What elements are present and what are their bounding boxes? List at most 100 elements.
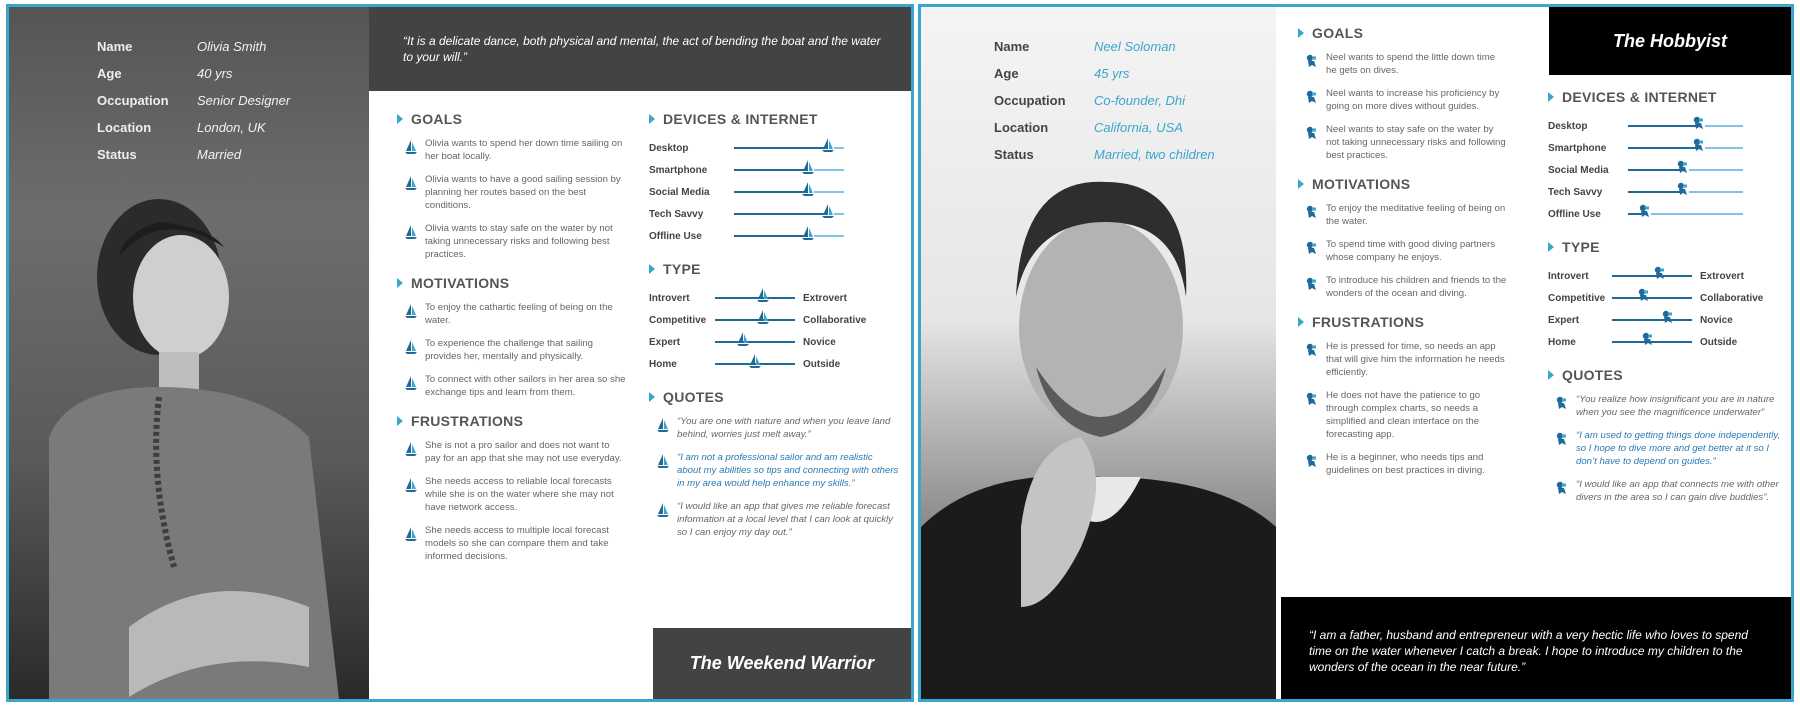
frustrations-section: FRUSTRATIONS She is not a pro sailor and … (397, 413, 627, 563)
device-meter-label: Smartphone (1548, 142, 1607, 154)
sailboat-icon (820, 203, 836, 224)
info-row: Location London, UK (97, 114, 290, 141)
list-item: To enjoy the cathartic feeling of being … (397, 301, 627, 327)
quote-item: “You realize how insignificant you are i… (1548, 393, 1788, 419)
quote-text: “I would like an app that connects me wi… (1576, 479, 1779, 503)
sailboat-icon (747, 353, 763, 374)
list-item: Olivia wants to spend her down time sail… (397, 137, 627, 163)
sailboat-icon (649, 415, 677, 433)
type-meter-track (715, 332, 795, 347)
list-item: Neel wants to stay safe on the water by … (1298, 123, 1508, 162)
section-heading: TYPE (1548, 239, 1788, 255)
section-heading: TYPE (649, 261, 899, 277)
meter-rest (1689, 169, 1743, 171)
caret-right-icon (397, 416, 403, 426)
section-heading: QUOTES (1548, 367, 1788, 383)
list-item: To enjoy the meditative feeling of being… (1298, 202, 1508, 228)
info-label: Age (97, 66, 122, 81)
sailboat-icon (397, 337, 425, 355)
diver-icon (1298, 451, 1326, 469)
quote-text: “I am not a professional sailor and am r… (677, 452, 899, 489)
info-value: 40 yrs (197, 66, 233, 81)
type-right-label: Novice (1700, 314, 1733, 326)
list-item: To connect with other sailors in her are… (397, 373, 627, 399)
persona-title-banner: The Hobbyist (1549, 7, 1791, 75)
device-meter-row: Desktop (1548, 115, 1788, 137)
info-label: Name (994, 39, 1030, 54)
caret-right-icon (1548, 370, 1554, 380)
list-item-text: He does not have the patience to go thro… (1326, 390, 1481, 440)
diver-icon (1298, 123, 1326, 141)
list-item: To spend time with good diving partners … (1298, 238, 1508, 264)
diver-icon (1691, 137, 1707, 158)
device-meter-track (734, 204, 844, 219)
list-item: Neel wants to spend the little down time… (1298, 51, 1508, 77)
type-right-label: Outside (803, 358, 841, 370)
quotes-section: QUOTES “You are one with nature and when … (649, 389, 899, 539)
quote-text: “I would like an app that gives me relia… (677, 501, 893, 538)
info-row: Status Married, two children (994, 141, 1215, 168)
caret-right-icon (1298, 28, 1304, 38)
section-heading: MOTIVATIONS (1298, 176, 1508, 192)
type-meter-track (1612, 288, 1692, 303)
info-row: Age 40 yrs (97, 60, 290, 87)
info-value: Married, two children (1094, 147, 1215, 162)
persona-card-weekend-warrior: Name Olivia Smith Age 40 yrs Occupation Sen… (6, 4, 914, 702)
quote-text: “I am used to getting things done indepe… (1576, 430, 1781, 467)
info-value: Married (197, 147, 242, 162)
diver-icon (1548, 478, 1576, 496)
diver-icon (1298, 202, 1326, 220)
type-right-label: Extrovert (803, 292, 847, 304)
info-label: Age (994, 66, 1019, 81)
sailboat-icon (397, 222, 425, 240)
list-item: Olivia wants to stay safe on the water b… (397, 222, 627, 261)
device-meter-track (1628, 160, 1743, 175)
device-meter-label: Social Media (649, 186, 710, 198)
type-meter-track (715, 288, 795, 303)
diver-icon (1691, 115, 1707, 136)
devices-section: DEVICES & INTERNET Desktop Smartphone Socia… (649, 111, 899, 247)
device-meter-row: Offline Use (649, 225, 899, 247)
device-meter-label: Social Media (1548, 164, 1609, 176)
persona-quote: “It is a delicate dance, both physical a… (403, 34, 881, 64)
list-item-text: Neel wants to spend the little down time… (1326, 52, 1496, 76)
list-item-text: To enjoy the cathartic feeling of being … (425, 302, 613, 326)
diver-icon (1636, 287, 1652, 308)
caret-right-icon (1548, 92, 1554, 102)
sailboat-icon (649, 500, 677, 518)
list-item-text: Olivia wants to stay safe on the water b… (425, 223, 613, 260)
section-heading-text: MOTIVATIONS (411, 275, 510, 291)
caret-right-icon (649, 114, 655, 124)
section-heading-text: TYPE (1562, 239, 1600, 255)
quote-text: “You are one with nature and when you le… (677, 416, 891, 440)
meter-fill (1628, 125, 1700, 127)
diver-icon (1298, 87, 1326, 105)
caret-right-icon (397, 114, 403, 124)
persona-quote-banner: “It is a delicate dance, both physical a… (369, 7, 911, 91)
info-row: Location California, USA (994, 114, 1215, 141)
diver-icon (1298, 274, 1326, 292)
diver-icon (1548, 393, 1576, 411)
device-meter-track (734, 182, 844, 197)
type-right-label: Collaborative (803, 314, 867, 326)
device-meter-label: Desktop (1548, 120, 1588, 132)
device-meter-row: Tech Savvy (1548, 181, 1788, 203)
sailboat-icon (397, 439, 425, 457)
meter-rest (813, 235, 844, 237)
list-item-text: Olivia wants to have a good sailing sess… (425, 174, 621, 211)
sailboat-icon (735, 331, 751, 352)
info-label: Status (97, 147, 137, 162)
section-heading: QUOTES (649, 389, 899, 405)
quote-item: “You are one with nature and when you le… (649, 415, 899, 441)
device-meter-label: Tech Savvy (649, 208, 704, 220)
type-left-label: Home (649, 358, 677, 370)
info-label: Occupation (994, 93, 1066, 108)
type-right-label: Outside (1700, 336, 1738, 348)
type-right-label: Collaborative (1700, 292, 1764, 304)
list-item-text: She needs access to reliable local forec… (425, 476, 614, 513)
section-heading: FRUSTRATIONS (397, 413, 627, 429)
section-heading: DEVICES & INTERNET (1548, 89, 1788, 105)
info-value: Senior Designer (197, 93, 291, 108)
type-left-label: Expert (649, 336, 681, 348)
device-meter-row: Tech Savvy (649, 203, 899, 225)
